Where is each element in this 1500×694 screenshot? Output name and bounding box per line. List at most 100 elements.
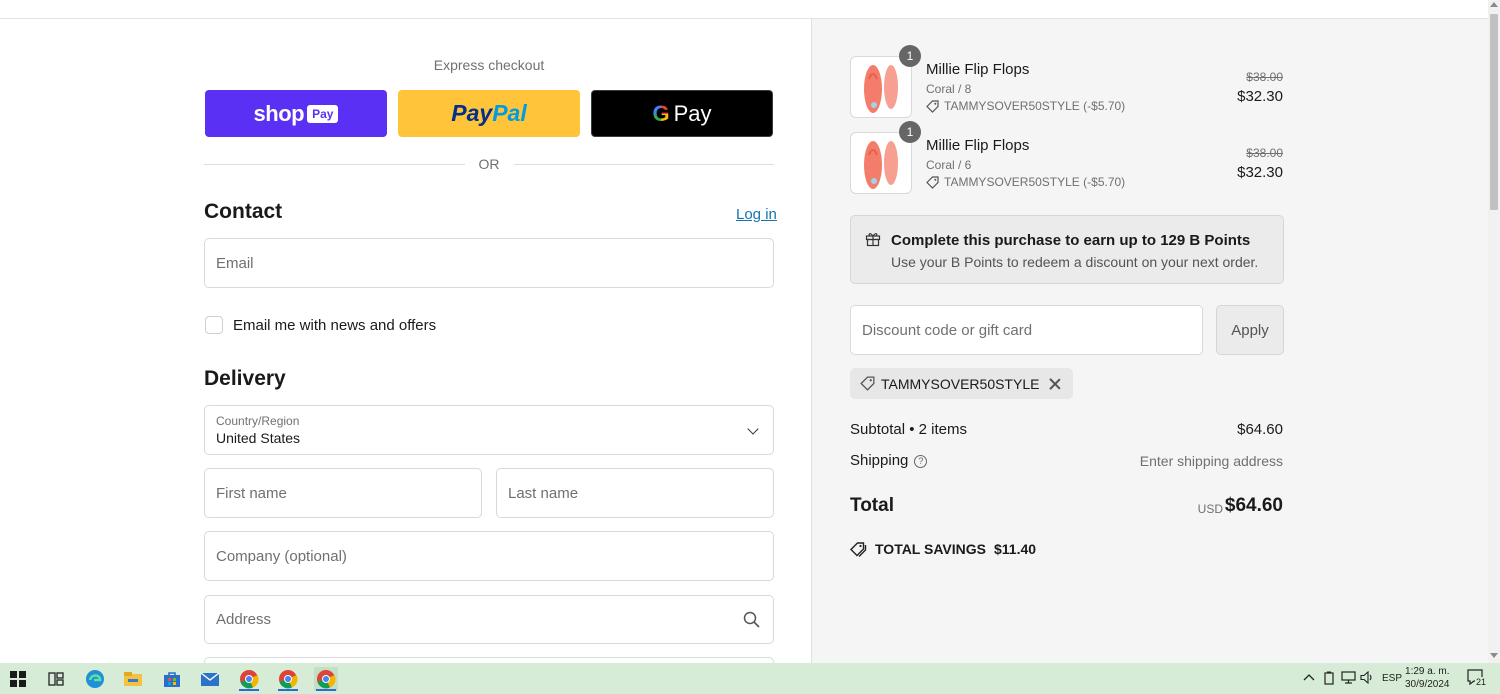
savings-tag-icon	[850, 541, 867, 557]
product-thumbnail: 1	[850, 45, 921, 118]
first-name-field[interactable]: First name	[204, 468, 482, 518]
clock-date: 30/9/2024	[1405, 679, 1450, 690]
mail-icon[interactable]	[198, 667, 222, 691]
quantity-badge: 1	[899, 45, 921, 67]
total-savings: TOTAL SAVINGS $11.40	[850, 541, 1036, 557]
item-variant: Coral / 6	[926, 158, 972, 172]
tag-icon	[926, 175, 939, 189]
item-price: $32.30	[1237, 164, 1283, 181]
google-pay-label: Pay	[673, 100, 712, 126]
shipping-label: Shipping	[850, 452, 909, 469]
item-discount-text: TAMMYSOVER50STYLE (-$5.70)	[944, 99, 1126, 113]
paypal-button[interactable]: Pay Pal	[398, 90, 580, 137]
discount-placeholder: Discount code or gift card	[862, 321, 1033, 339]
tag-icon	[860, 376, 875, 391]
scroll-up-arrow-icon[interactable]	[1490, 2, 1498, 7]
subtotal-label: Subtotal • 2 items	[850, 421, 967, 438]
clock-time: 1:29 a. m.	[1405, 666, 1450, 677]
country-value: United States	[216, 430, 301, 446]
country-label: Country/Region	[216, 414, 300, 428]
google-pay-button[interactable]: G Pay	[591, 90, 773, 137]
chrome-icon[interactable]	[237, 667, 261, 691]
remove-code-close-icon[interactable]	[1049, 378, 1061, 390]
notification-center-icon[interactable]: 21	[1466, 668, 1488, 691]
gift-icon	[865, 233, 881, 247]
flip-flop-image	[864, 141, 898, 189]
newsletter-checkbox[interactable]	[205, 316, 223, 334]
total-currency: USD	[1197, 502, 1223, 516]
shop-pay-brand: shop	[253, 100, 305, 126]
system-clock[interactable]: 1:29 a. m. 30/9/2024	[1405, 665, 1450, 691]
notification-count: 21	[1475, 677, 1488, 687]
flip-flop-image	[864, 65, 898, 113]
help-icon[interactable]: ?	[914, 454, 928, 468]
express-checkout-title: Express checkout	[433, 57, 545, 73]
savings-label: TOTAL SAVINGS	[875, 541, 986, 557]
store-icon[interactable]	[160, 667, 184, 691]
item-original-price: $38.00	[1246, 70, 1283, 84]
last-name-field[interactable]: Last name	[496, 468, 774, 518]
last-name-placeholder: Last name	[508, 484, 579, 502]
item-discount: TAMMYSOVER50STYLE (-$5.70)	[926, 175, 1125, 189]
item-discount-text: TAMMYSOVER50STYLE (-$5.70)	[944, 175, 1126, 189]
quantity-badge: 1	[899, 121, 921, 143]
total-value: $64.60	[1224, 495, 1283, 516]
applied-code-text: TAMMYSOVER50STYLE	[881, 375, 1040, 392]
battery-icon[interactable]	[1323, 671, 1335, 688]
total-label: Total	[850, 495, 894, 516]
apply-button[interactable]: Apply	[1216, 305, 1284, 355]
shop-pay-pill: Pay	[307, 104, 339, 123]
product-thumbnail: 1	[850, 121, 921, 194]
discount-code-input[interactable]: Discount code or gift card	[850, 305, 1203, 355]
order-summary-column: 1 Millie Flip Flops Coral / 8 TAMMYSOVER…	[811, 19, 1488, 663]
edge-browser-icon[interactable]	[83, 667, 107, 691]
scroll-down-arrow-icon[interactable]	[1490, 653, 1498, 658]
file-explorer-icon[interactable]	[121, 667, 145, 691]
item-original-price: $38.00	[1246, 146, 1283, 160]
company-placeholder: Company (optional)	[216, 547, 347, 565]
contact-heading: Contact	[204, 200, 283, 223]
address-placeholder: Address	[216, 611, 272, 628]
address-field[interactable]: Address	[204, 595, 774, 644]
subtotal-value: $64.60	[1237, 421, 1283, 438]
network-icon[interactable]	[1341, 671, 1356, 687]
or-text: OR	[478, 156, 500, 172]
points-subtitle: Use your B Points to redeem a discount o…	[891, 254, 1259, 270]
item-discount: TAMMYSOVER50STYLE (-$5.70)	[926, 99, 1125, 113]
delivery-heading: Delivery	[204, 367, 286, 390]
language-indicator[interactable]: ESP	[1382, 673, 1402, 684]
top-header-bar	[0, 0, 1488, 19]
scroll-thumb[interactable]	[1490, 14, 1498, 210]
volume-icon[interactable]	[1360, 670, 1375, 687]
task-view-icon[interactable]	[44, 667, 68, 691]
shop-pay-button[interactable]: shop Pay	[205, 90, 387, 137]
show-hidden-icons-chevron-up-icon[interactable]	[1303, 672, 1315, 684]
company-field[interactable]: Company (optional)	[204, 531, 774, 581]
points-banner: Complete this purchase to earn up to 129…	[850, 215, 1284, 284]
login-link[interactable]: Log in	[736, 206, 777, 223]
item-name: Millie Flip Flops	[926, 137, 1030, 154]
shipping-value: Enter shipping address	[1139, 453, 1283, 469]
item-name: Millie Flip Flops	[926, 61, 1030, 78]
country-select[interactable]: Country/Region United States	[204, 405, 774, 455]
chrome-icon[interactable]	[276, 667, 300, 691]
item-variant: Coral / 8	[926, 82, 972, 96]
first-name-placeholder: First name	[216, 484, 287, 502]
applied-code-chip: TAMMYSOVER50STYLE	[850, 368, 1074, 399]
checkout-form-column: Express checkout shop Pay Pay Pal G Pay O…	[0, 19, 811, 663]
email-field[interactable]: Email	[204, 238, 774, 288]
chrome-icon[interactable]	[314, 667, 338, 691]
google-g-icon: G	[652, 100, 670, 126]
points-title: Complete this purchase to earn up to 129…	[891, 232, 1251, 249]
windows-start-icon[interactable]	[6, 667, 30, 691]
search-icon[interactable]	[743, 611, 760, 628]
page-scrollbar[interactable]	[1488, 0, 1500, 663]
or-divider: OR	[204, 156, 774, 172]
savings-value: $11.40	[993, 541, 1037, 557]
newsletter-label: Email me with news and offers	[233, 317, 437, 334]
item-price: $32.30	[1237, 88, 1283, 105]
chevron-down-icon	[747, 423, 759, 435]
paypal-logo-part2: Pal	[492, 100, 527, 126]
email-placeholder: Email	[216, 254, 254, 272]
paypal-logo-part1: Pay	[451, 100, 493, 126]
